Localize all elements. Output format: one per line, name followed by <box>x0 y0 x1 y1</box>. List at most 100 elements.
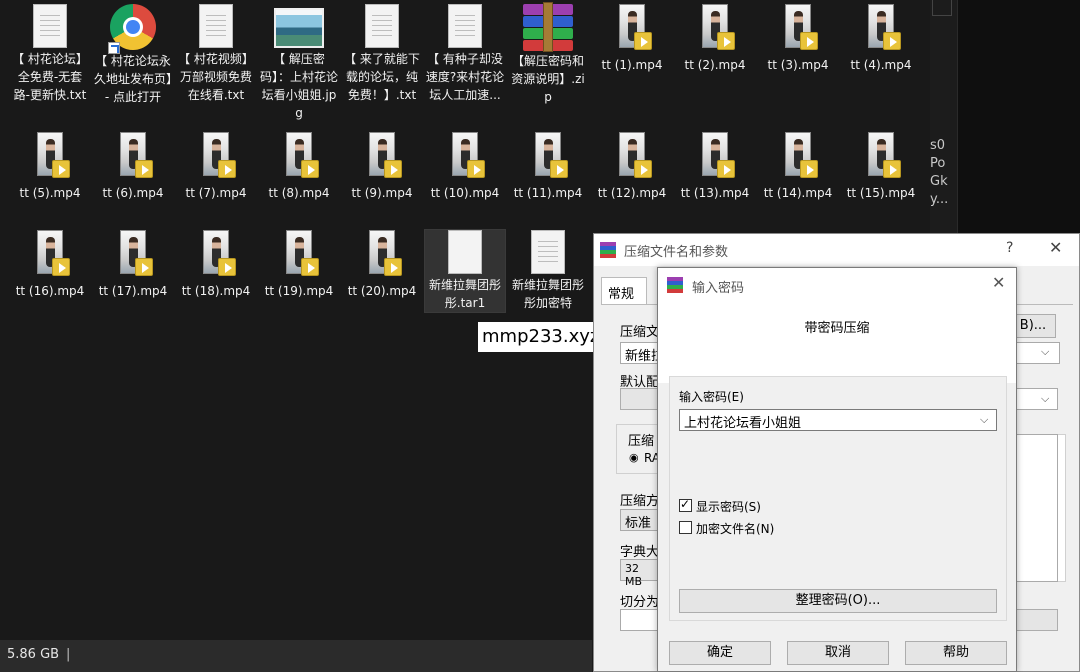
chevron-down-icon[interactable]: ⌵ <box>1041 392 1049 406</box>
file-item-txt[interactable]: 【 村花视频】万部视频免费在线看.txt <box>176 4 256 104</box>
background-window-corner <box>932 0 952 16</box>
file-item-zip[interactable]: 【解压密码和资源说明】.zip <box>508 2 588 106</box>
winrar-icon <box>600 242 616 258</box>
play-badge-icon <box>717 32 735 50</box>
dialog-heading: 带密码压缩 <box>804 321 870 336</box>
file-item-video[interactable]: tt (12).mp4 <box>592 132 672 202</box>
split-volumes-label: 切分为 <box>620 595 660 610</box>
archive-name-label: 压缩文 <box>620 325 660 340</box>
file-item-video[interactable]: tt (16).mp4 <box>10 230 90 300</box>
video-thumbnail-icon <box>535 132 568 178</box>
file-item-video[interactable]: tt (18).mp4 <box>176 230 256 300</box>
status-separator: | <box>66 647 71 662</box>
file-name-label: tt (14).mp4 <box>763 186 833 200</box>
file-name-label: tt (20).mp4 <box>347 284 417 298</box>
file-name-label: tt (3).mp4 <box>767 58 829 72</box>
show-password-checkbox[interactable] <box>679 497 692 512</box>
options-list[interactable] <box>1011 434 1058 582</box>
set-password-button[interactable] <box>1010 609 1058 631</box>
file-item-txt[interactable]: 【 有种子却没速度?来村花论坛人工加速... <box>425 4 505 104</box>
file-name-label: tt (19).mp4 <box>264 284 334 298</box>
file-item-video[interactable]: tt (5).mp4 <box>10 132 90 202</box>
file-item-video[interactable]: tt (7).mp4 <box>176 132 256 202</box>
video-thumbnail-icon <box>120 132 153 178</box>
file-name-label: tt (5).mp4 <box>19 186 81 200</box>
file-item-txt[interactable]: 【 村花论坛】全免费-无套路-更新快.txt <box>10 4 90 104</box>
background-text-line: s0 <box>930 138 946 153</box>
video-thumbnail-icon <box>868 132 901 178</box>
file-name-label: tt (10).mp4 <box>430 186 500 200</box>
file-item-blank[interactable]: 新维拉舞团彤彤.tar1 <box>424 229 506 313</box>
file-item-video[interactable]: tt (17).mp4 <box>93 230 173 300</box>
file-item-video[interactable]: tt (4).mp4 <box>841 4 921 74</box>
play-badge-icon <box>883 32 901 50</box>
dialog-title: 输入密码 <box>692 281 745 296</box>
dialog-header: 带密码压缩 <box>658 301 1016 383</box>
file-name-label: 【 解压密码】：上村花论坛看小姐姐.jpg <box>259 52 338 120</box>
encrypt-filenames-label: 加密文件名(N) <box>696 522 775 536</box>
file-item-video[interactable]: tt (13).mp4 <box>675 132 755 202</box>
split-volumes-input[interactable] <box>620 609 660 631</box>
file-name-label: 新维拉舞团彤彤.tar1 <box>428 278 501 310</box>
help-button[interactable]: 帮助 <box>905 641 1007 665</box>
file-item-chrome[interactable]: 【 村花论坛永久地址发布页】- 点此打开 <box>93 4 173 106</box>
play-badge-icon <box>634 160 652 178</box>
play-badge-icon <box>218 160 236 178</box>
enter-password-dialog: 输入密码 ✕ 带密码压缩 输入密码(E) 上村花论坛看小姐姐 ⌵ 显示密码(S)… <box>657 267 1017 672</box>
file-item-video[interactable]: tt (9).mp4 <box>342 132 422 202</box>
video-thumbnail-icon <box>868 4 901 50</box>
file-item-video[interactable]: tt (10).mp4 <box>425 132 505 202</box>
radio-rar-icon[interactable]: ◉ <box>629 451 639 464</box>
file-name-label: tt (1).mp4 <box>601 58 663 72</box>
file-name-label: tt (16).mp4 <box>15 284 85 298</box>
file-item-video[interactable]: tt (3).mp4 <box>758 4 838 74</box>
play-badge-icon <box>467 160 485 178</box>
cancel-button[interactable]: 取消 <box>787 641 889 665</box>
file-item-txt[interactable]: 新维拉舞团彤彤加密特 <box>508 230 588 312</box>
video-thumbnail-icon <box>286 230 319 276</box>
help-button[interactable]: ? <box>1006 240 1013 256</box>
file-item-video[interactable]: tt (20).mp4 <box>342 230 422 300</box>
archive-format-label: 压缩 <box>628 434 655 449</box>
compression-method-select[interactable]: 标准 <box>620 509 660 531</box>
compression-method-label: 压缩方 <box>620 494 660 509</box>
chevron-down-icon[interactable]: ⌵ <box>980 413 988 427</box>
file-item-video[interactable]: tt (14).mp4 <box>758 132 838 202</box>
close-button[interactable]: ✕ <box>992 273 1005 292</box>
video-thumbnail-icon <box>452 132 485 178</box>
file-item-video[interactable]: tt (11).mp4 <box>508 132 588 202</box>
file-item-jpg[interactable]: 【 解压密码】：上村花论坛看小姐姐.jpg <box>259 4 339 122</box>
file-item-video[interactable]: tt (15).mp4 <box>841 132 921 202</box>
play-badge-icon <box>800 32 818 50</box>
file-item-video[interactable]: tt (2).mp4 <box>675 4 755 74</box>
file-item-video[interactable]: tt (8).mp4 <box>259 132 339 202</box>
encrypt-filenames-checkbox[interactable] <box>679 521 692 534</box>
play-badge-icon <box>52 258 70 276</box>
password-input[interactable]: 上村花论坛看小姐姐 <box>679 409 997 431</box>
close-button[interactable]: ✕ <box>1049 238 1062 257</box>
file-name-label: tt (17).mp4 <box>98 284 168 298</box>
play-badge-icon <box>883 160 901 178</box>
profiles-button[interactable] <box>620 388 660 410</box>
video-thumbnail-icon <box>286 132 319 178</box>
video-thumbnail-icon <box>702 4 735 50</box>
dictionary-size-select[interactable]: 32 MB <box>620 559 660 588</box>
file-name-label: 【 村花论坛】全免费-无套路-更新快.txt <box>12 52 88 102</box>
text-file-icon <box>365 4 399 48</box>
chevron-down-icon[interactable]: ⌵ <box>1041 345 1049 359</box>
video-thumbnail-icon <box>203 230 236 276</box>
file-name-label: tt (15).mp4 <box>846 186 916 200</box>
video-thumbnail-icon <box>369 132 402 178</box>
update-mode-select[interactable] <box>1014 388 1058 410</box>
tab-general[interactable]: 常规 <box>601 277 647 305</box>
file-item-video[interactable]: tt (6).mp4 <box>93 132 173 202</box>
file-item-video[interactable]: tt (19).mp4 <box>259 230 339 300</box>
file-item-txt[interactable]: 【 来了就能下载的论坛，纯免费！】.txt <box>342 4 422 104</box>
organize-passwords-button[interactable]: 整理密码(O)... <box>679 589 997 613</box>
play-badge-icon <box>384 258 402 276</box>
ok-button[interactable]: 确定 <box>669 641 771 665</box>
play-badge-icon <box>634 32 652 50</box>
file-name-label: tt (4).mp4 <box>850 58 912 72</box>
background-text-line: Po <box>930 156 946 171</box>
file-item-video[interactable]: tt (1).mp4 <box>592 4 672 74</box>
